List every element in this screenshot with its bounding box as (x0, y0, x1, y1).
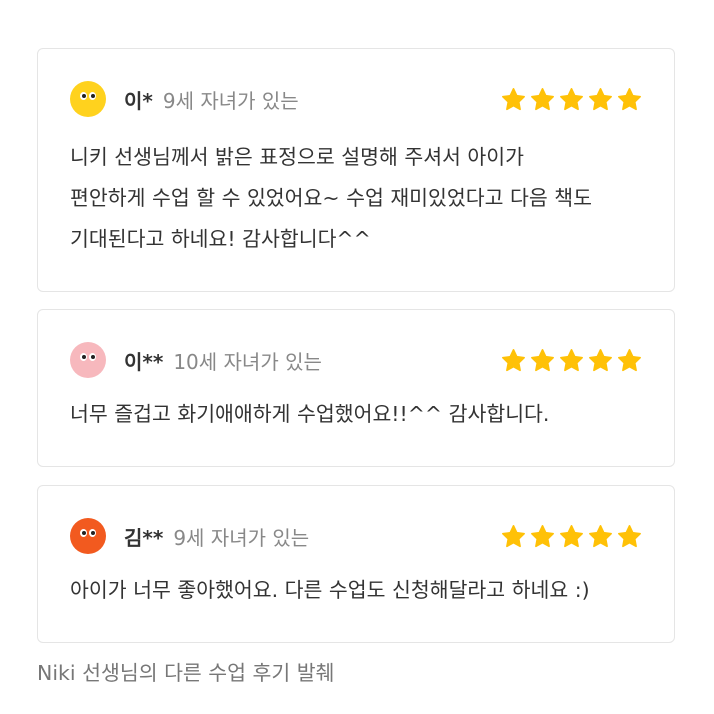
footer-caption: Niki 선생님의 다른 수업 후기 발췌 (37, 661, 335, 685)
eye-icon (80, 92, 87, 100)
review-text: 너무 즐겁고 화기애애하게 수업했어요!!^^ 감사합니다. (70, 394, 654, 435)
reviewer-subtitle: 9세 자녀가 있는 (162, 88, 299, 113)
star-rating (501, 348, 642, 373)
star-icon (589, 524, 612, 547)
star-icon (560, 348, 583, 371)
star-icon (531, 524, 554, 547)
star-icon (502, 87, 525, 110)
eye-icon (89, 92, 96, 100)
review-header: 이* 9세 자녀가 있는 (70, 79, 642, 119)
review-text-line: 너무 즐겁고 화기애애하게 수업했어요!!^^ 감사합니다. (70, 402, 550, 426)
reviewer-name: 이* (124, 88, 153, 113)
star-icon (618, 348, 641, 371)
star-icon (589, 348, 612, 371)
star-icon (531, 87, 554, 110)
eye-icon (80, 529, 87, 537)
star-rating (501, 524, 642, 549)
review-header: 이** 10세 자녀가 있는 (70, 340, 642, 380)
star-icon (618, 524, 641, 547)
star-icon (502, 348, 525, 371)
star-rating (501, 87, 642, 112)
eye-icon (89, 353, 96, 361)
star-icon (618, 87, 641, 110)
reviewer-name: 김** (124, 525, 164, 550)
star-icon (531, 348, 554, 371)
star-icon (560, 87, 583, 110)
reviewer-subtitle: 10세 자녀가 있는 (173, 349, 322, 374)
star-icon (502, 524, 525, 547)
eye-icon (80, 353, 87, 361)
reviewer-name: 이** (124, 349, 164, 374)
review-text-line: 아이가 너무 좋아했어요. 다른 수업도 신청해달라고 하네요 :) (70, 578, 590, 602)
review-card: 이** 10세 자녀가 있는 너무 즐겁고 화기애애하게 수업했어요!!^^ 감… (37, 309, 675, 467)
pink-face-avatar (70, 342, 106, 378)
orange-face-avatar (70, 518, 106, 554)
star-icon (589, 87, 612, 110)
review-text: 아이가 너무 좋아했어요. 다른 수업도 신청해달라고 하네요 :) (70, 570, 654, 611)
review-text-line: 편안하게 수업 할 수 있었어요~ 수업 재미있었다고 다음 책도 (70, 186, 592, 210)
review-text-line: 니키 선생님께서 밝은 표정으로 설명해 주셔서 아이가 (70, 145, 525, 169)
reviewer-subtitle: 9세 자녀가 있는 (173, 525, 310, 550)
review-text-line: 기대된다고 하네요! 감사합니다^^ (70, 227, 371, 251)
yellow-face-avatar (70, 81, 106, 117)
review-header: 김** 9세 자녀가 있는 (70, 516, 642, 556)
review-card: 이* 9세 자녀가 있는 니키 선생님께서 밝은 표정으로 설명해 주셔서 아이… (37, 48, 675, 292)
review-card: 김** 9세 자녀가 있는 아이가 너무 좋아했어요. 다른 수업도 신청해달라… (37, 485, 675, 643)
review-text: 니키 선생님께서 밝은 표정으로 설명해 주셔서 아이가 편안하게 수업 할 수… (70, 137, 654, 260)
eye-icon (89, 529, 96, 537)
star-icon (560, 524, 583, 547)
